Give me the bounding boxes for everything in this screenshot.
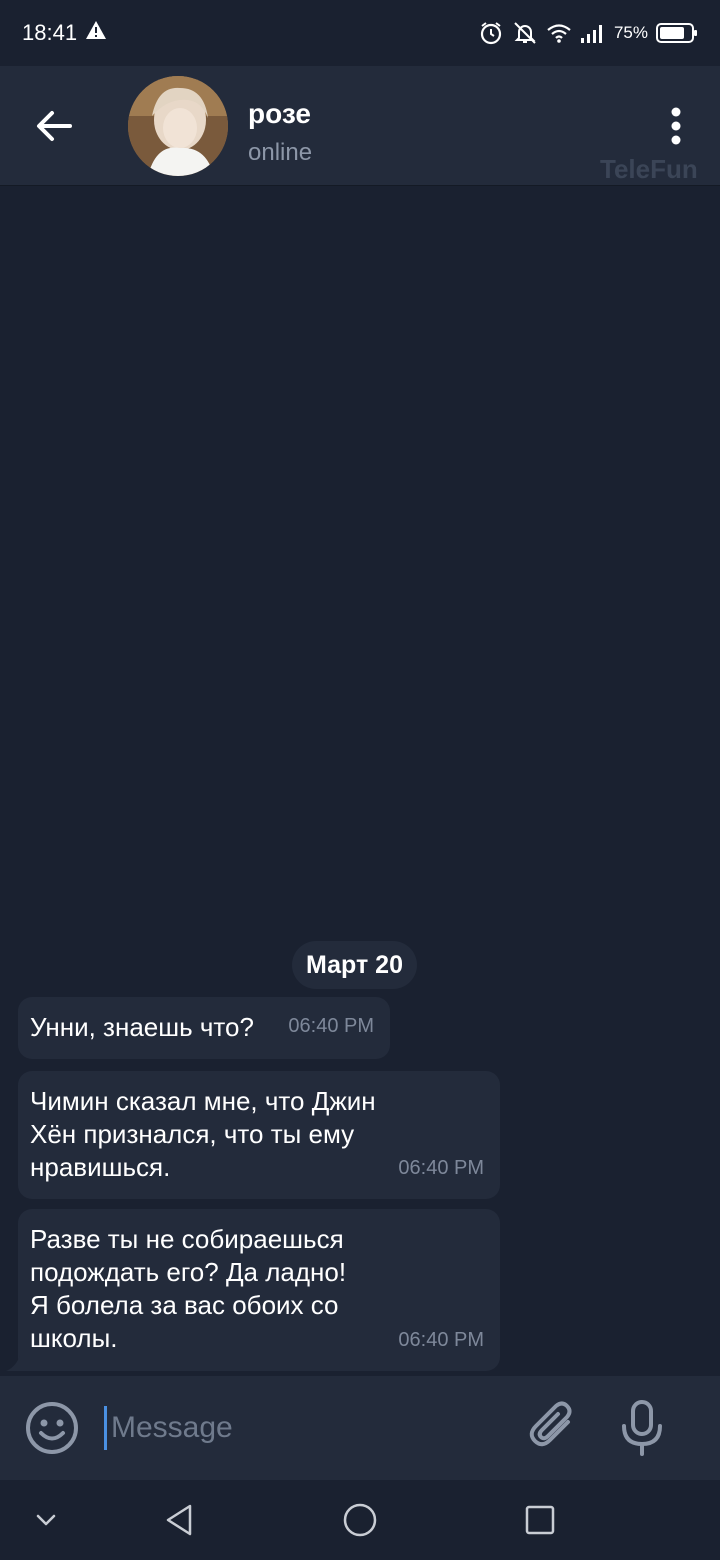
- chat-title[interactable]: розе: [248, 98, 311, 130]
- battery-icon: [656, 22, 698, 44]
- message-bubble[interactable]: Унни, знаешь что? 06:40 PM: [18, 997, 390, 1059]
- emoji-button[interactable]: [24, 1400, 80, 1456]
- smiley-icon: [26, 1402, 78, 1454]
- nav-recents-button[interactable]: [520, 1500, 560, 1540]
- message-input[interactable]: [104, 1406, 504, 1450]
- message-bubble[interactable]: Чимин сказал мне, что Джин Хён признался…: [18, 1071, 500, 1199]
- more-menu-button[interactable]: [656, 104, 696, 148]
- microphone-icon: [622, 1400, 662, 1456]
- signal-icon: [580, 22, 606, 44]
- bell-off-icon: [512, 20, 538, 46]
- attach-button[interactable]: [524, 1398, 582, 1456]
- chat-screen: 18:41 75% розе online TeleFun Март 20 Ун…: [0, 0, 720, 1560]
- more-vertical-icon: [671, 107, 681, 145]
- status-left: 18:41: [22, 20, 107, 46]
- square-recents-icon: [525, 1505, 555, 1535]
- nav-collapse-button[interactable]: [26, 1500, 66, 1540]
- avatar-photo: [128, 76, 228, 176]
- alarm-icon: [478, 20, 504, 46]
- message-time: 06:40 PM: [288, 1015, 374, 1037]
- back-button[interactable]: [30, 102, 78, 150]
- circle-home-icon: [343, 1503, 377, 1537]
- system-navigation-bar: [0, 1480, 720, 1560]
- date-separator: Март 20: [292, 941, 417, 989]
- watermark-logo: TeleFun: [600, 154, 698, 184]
- bubble-tail: [6, 1355, 20, 1371]
- message-time: 06:40 PM: [398, 1157, 484, 1179]
- battery-percent: 75%: [613, 23, 648, 42]
- arrow-left-icon: [37, 111, 72, 141]
- wifi-icon: [546, 22, 572, 44]
- paperclip-icon: [529, 1401, 572, 1447]
- chat-header: розе online TeleFun: [0, 66, 720, 186]
- message-composer: [0, 1376, 720, 1480]
- nav-back-button[interactable]: [160, 1500, 200, 1540]
- voice-record-button[interactable]: [616, 1398, 668, 1458]
- nav-home-button[interactable]: [340, 1500, 380, 1540]
- chevron-down-icon: [36, 1514, 56, 1526]
- status-time: 18:41: [22, 20, 78, 45]
- status-right: 75%: [478, 20, 698, 46]
- online-status: online: [248, 139, 313, 166]
- status-bar: 18:41 75%: [0, 0, 720, 66]
- triangle-back-icon: [166, 1504, 192, 1536]
- message-time: 06:40 PM: [398, 1329, 484, 1351]
- message-bubble[interactable]: Разве ты не собираешься подождать его? Д…: [6, 1209, 500, 1371]
- message-list: Март 20 Унни, знаешь что? 06:40 PM Чимин…: [0, 187, 720, 1375]
- warning-icon: [85, 20, 107, 46]
- avatar[interactable]: [128, 76, 228, 176]
